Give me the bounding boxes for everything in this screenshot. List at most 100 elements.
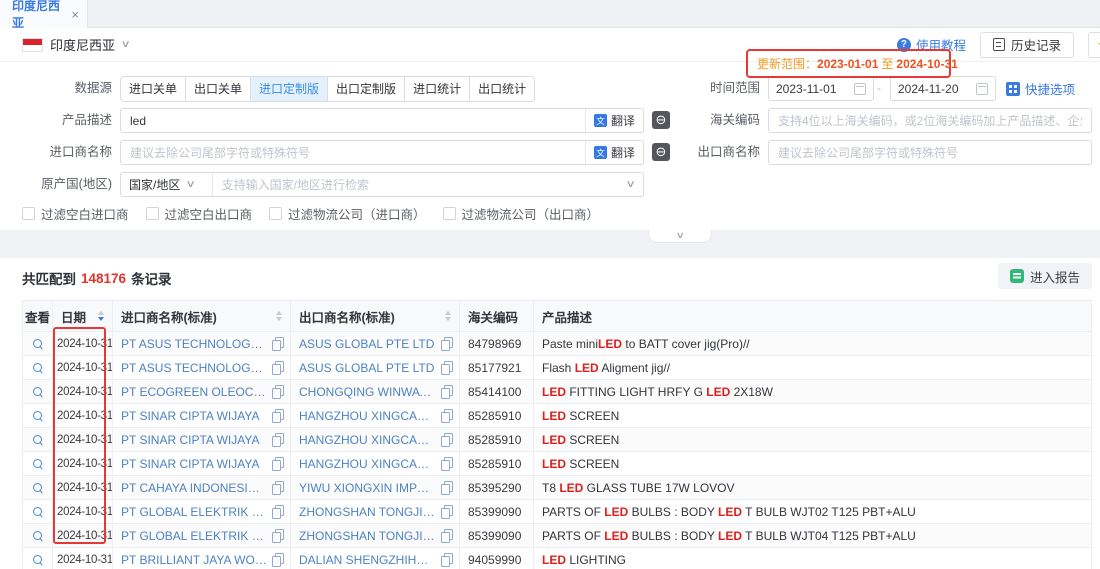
search-icon[interactable] bbox=[32, 338, 44, 350]
table-row: 2024-10-31 PT ECOGREEN OLEOCHEMICALS CHO… bbox=[23, 380, 1092, 404]
importer-link[interactable]: PT CAHAYA INDONESIA KARGO bbox=[121, 481, 267, 495]
history-button[interactable]: 历史记录 bbox=[980, 32, 1074, 58]
copy-icon[interactable] bbox=[272, 457, 284, 470]
data-source-tab[interactable]: 进口统计 bbox=[405, 77, 470, 101]
calendar-icon[interactable] bbox=[854, 83, 866, 95]
importer-link[interactable]: PT SINAR CIPTA WIJAYA bbox=[121, 409, 267, 423]
favorite-button[interactable]: ★ bbox=[1088, 32, 1100, 58]
copy-icon[interactable] bbox=[441, 433, 453, 446]
copy-icon[interactable] bbox=[272, 505, 284, 518]
exporter-link[interactable]: YIWU XIONGXIN IMPORT AND EXPORT... bbox=[299, 481, 436, 495]
exporter-cell: HANGZHOU XINGCAN TRADING CO LTD bbox=[291, 404, 460, 427]
start-date-field[interactable] bbox=[776, 82, 848, 96]
copy-icon[interactable] bbox=[441, 529, 453, 542]
checkbox-icon[interactable] bbox=[443, 207, 456, 220]
exporter-link[interactable]: HANGZHOU XINGCAN TRADING CO LTD bbox=[299, 457, 436, 471]
copy-icon[interactable] bbox=[441, 553, 453, 566]
data-source-tab[interactable]: 出口关单 bbox=[186, 77, 251, 101]
importer-link[interactable]: PT GLOBAL ELEKTRIK NASIONAL bbox=[121, 529, 267, 543]
importer-link[interactable]: PT SINAR CIPTA WIJAYA bbox=[121, 457, 267, 471]
importer-link[interactable]: PT BRILLIANT JAYA WOOD INDUSTRY bbox=[121, 553, 267, 567]
copy-icon[interactable] bbox=[441, 457, 453, 470]
search-icon[interactable] bbox=[32, 434, 44, 446]
exporter-link[interactable]: ZHONGSHAN TONGJIUZHOU INTERNA... bbox=[299, 505, 436, 519]
country-selector[interactable]: 印度尼西亚 ∨ bbox=[22, 35, 129, 54]
data-source-tab[interactable]: 进口关单 bbox=[121, 77, 186, 101]
sort-icon[interactable] bbox=[445, 311, 451, 321]
hs-code-input[interactable] bbox=[769, 109, 1091, 132]
exporter-link[interactable]: HANGZHOU XINGCAN TRADING CO LTD bbox=[299, 433, 436, 447]
importer-link[interactable]: PT SINAR CIPTA WIJAYA bbox=[121, 433, 267, 447]
importer-input[interactable] bbox=[121, 141, 585, 164]
checkbox-icon[interactable] bbox=[22, 207, 35, 220]
enter-report-button[interactable]: 进入报告 bbox=[998, 263, 1092, 289]
copy-icon[interactable] bbox=[272, 553, 284, 566]
search-icon[interactable] bbox=[32, 482, 44, 494]
filter-checkbox[interactable]: 过滤空白出口商 bbox=[146, 204, 253, 223]
copy-icon[interactable] bbox=[272, 529, 284, 542]
importer-link[interactable]: PT GLOBAL ELEKTRIK NASIONAL bbox=[121, 505, 267, 519]
filter-checkbox[interactable]: 过滤物流公司（进口商） bbox=[269, 204, 426, 223]
filter-checkbox[interactable]: 过滤物流公司（出口商） bbox=[443, 204, 600, 223]
collapse-form-handle[interactable]: ∨ bbox=[648, 230, 712, 243]
search-icon[interactable] bbox=[32, 458, 44, 470]
copy-icon[interactable] bbox=[441, 385, 453, 398]
importer-link[interactable]: PT ECOGREEN OLEOCHEMICALS bbox=[121, 385, 267, 399]
copy-icon[interactable] bbox=[272, 361, 284, 374]
copy-icon[interactable] bbox=[272, 385, 284, 398]
start-date-input[interactable] bbox=[768, 76, 874, 101]
header-importer[interactable]: 进口商名称(标准) bbox=[113, 301, 291, 331]
end-date-field[interactable] bbox=[898, 82, 970, 96]
importer-link[interactable]: PT ASUS TECHNOLOGY INDONESIA BA... bbox=[121, 361, 267, 375]
checkbox-icon[interactable] bbox=[146, 207, 159, 220]
calendar-icon[interactable] bbox=[976, 83, 988, 95]
origin-search-input[interactable] bbox=[213, 178, 627, 192]
end-date-input[interactable] bbox=[890, 76, 996, 101]
data-source-tab[interactable]: 出口定制版 bbox=[328, 77, 405, 101]
hs-code-cell: 85414100 bbox=[460, 380, 534, 403]
product-desc-input[interactable] bbox=[121, 109, 585, 132]
header-exporter[interactable]: 出口商名称(标准) bbox=[291, 301, 460, 331]
checkbox-icon[interactable] bbox=[269, 207, 282, 220]
sort-icon[interactable] bbox=[98, 311, 104, 321]
search-icon[interactable] bbox=[32, 506, 44, 518]
exporter-link[interactable]: DALIAN SHENGZHIHUI WOOD INDUST... bbox=[299, 553, 436, 567]
copy-icon[interactable] bbox=[272, 409, 284, 422]
report-icon bbox=[1010, 269, 1024, 283]
product-desc-cell: Flash LED Aligment jig// bbox=[534, 356, 1092, 379]
data-source-tab[interactable]: 出口统计 bbox=[470, 77, 534, 101]
exporter-link[interactable]: ASUS GLOBAL PTE LTD bbox=[299, 361, 436, 375]
quick-options-link[interactable]: 快捷选项 bbox=[1006, 76, 1075, 101]
exporter-cell: ZHONGSHAN TONGJIUZHOU INTERNA... bbox=[291, 524, 460, 547]
filter-checkbox[interactable]: 过滤空白进口商 bbox=[22, 204, 129, 223]
exporter-link[interactable]: HANGZHOU XINGCAN TRADING CO LTD bbox=[299, 409, 436, 423]
copy-icon[interactable] bbox=[272, 433, 284, 446]
copy-icon[interactable] bbox=[441, 409, 453, 422]
exporter-input[interactable] bbox=[769, 141, 1091, 164]
copy-icon[interactable] bbox=[441, 361, 453, 374]
importer-link[interactable]: PT ASUS TECHNOLOGY INDONESIA BA... bbox=[121, 337, 267, 351]
tutorial-link[interactable]: ? 使用教程 bbox=[897, 35, 966, 54]
copy-icon[interactable] bbox=[441, 481, 453, 494]
search-icon[interactable] bbox=[32, 362, 44, 374]
origin-label: 原产国(地区) bbox=[0, 172, 112, 197]
product-desc-cell: LED FITTING LIGHT HRFY G LED 2X18W bbox=[534, 380, 1092, 403]
copy-icon[interactable] bbox=[272, 481, 284, 494]
data-source-tab[interactable]: 进口定制版 bbox=[251, 77, 328, 101]
copy-icon[interactable] bbox=[441, 505, 453, 518]
copy-icon[interactable] bbox=[272, 337, 284, 350]
copy-icon[interactable] bbox=[441, 337, 453, 350]
exporter-link[interactable]: ZHONGSHAN TONGJIUZHOU INTERNA... bbox=[299, 529, 436, 543]
search-icon[interactable] bbox=[32, 410, 44, 422]
origin-select[interactable]: 国家/地区 ∨ bbox=[121, 173, 213, 196]
tab-indonesia[interactable]: 印度尼西亚 × bbox=[0, 0, 88, 28]
search-icon[interactable] bbox=[32, 386, 44, 398]
exporter-link[interactable]: ASUS GLOBAL PTE LTD bbox=[299, 337, 436, 351]
close-icon[interactable]: × bbox=[71, 8, 79, 21]
search-icon[interactable] bbox=[32, 530, 44, 542]
header-date[interactable]: 日期 bbox=[53, 301, 113, 331]
search-icon[interactable] bbox=[32, 554, 44, 566]
date-cell: 2024-10-31 bbox=[53, 452, 113, 475]
sort-icon[interactable] bbox=[276, 311, 282, 321]
exporter-link[interactable]: CHONGQING WINWAY IMPORT AND E... bbox=[299, 385, 436, 399]
